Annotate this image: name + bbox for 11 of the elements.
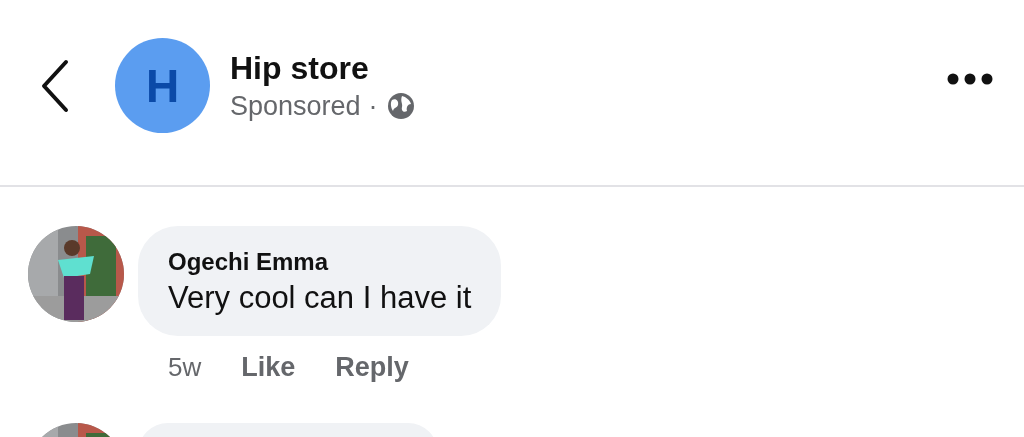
comment-action-link[interactable]: Reply (335, 352, 409, 383)
comment-text: Very cool can I have it (168, 280, 472, 316)
comment-action-link[interactable]: Like (241, 352, 296, 383)
more-icon[interactable] (946, 71, 994, 86)
comment-author[interactable]: Ogechi Emma (168, 248, 472, 276)
globe-icon (385, 91, 416, 121)
sponsored-label: Sponsored (230, 90, 361, 122)
comment-time: 5w (168, 352, 202, 383)
separator-dot: · (368, 90, 378, 122)
page-name[interactable]: Hip store (230, 49, 946, 87)
page-avatar[interactable]: H (115, 38, 210, 133)
